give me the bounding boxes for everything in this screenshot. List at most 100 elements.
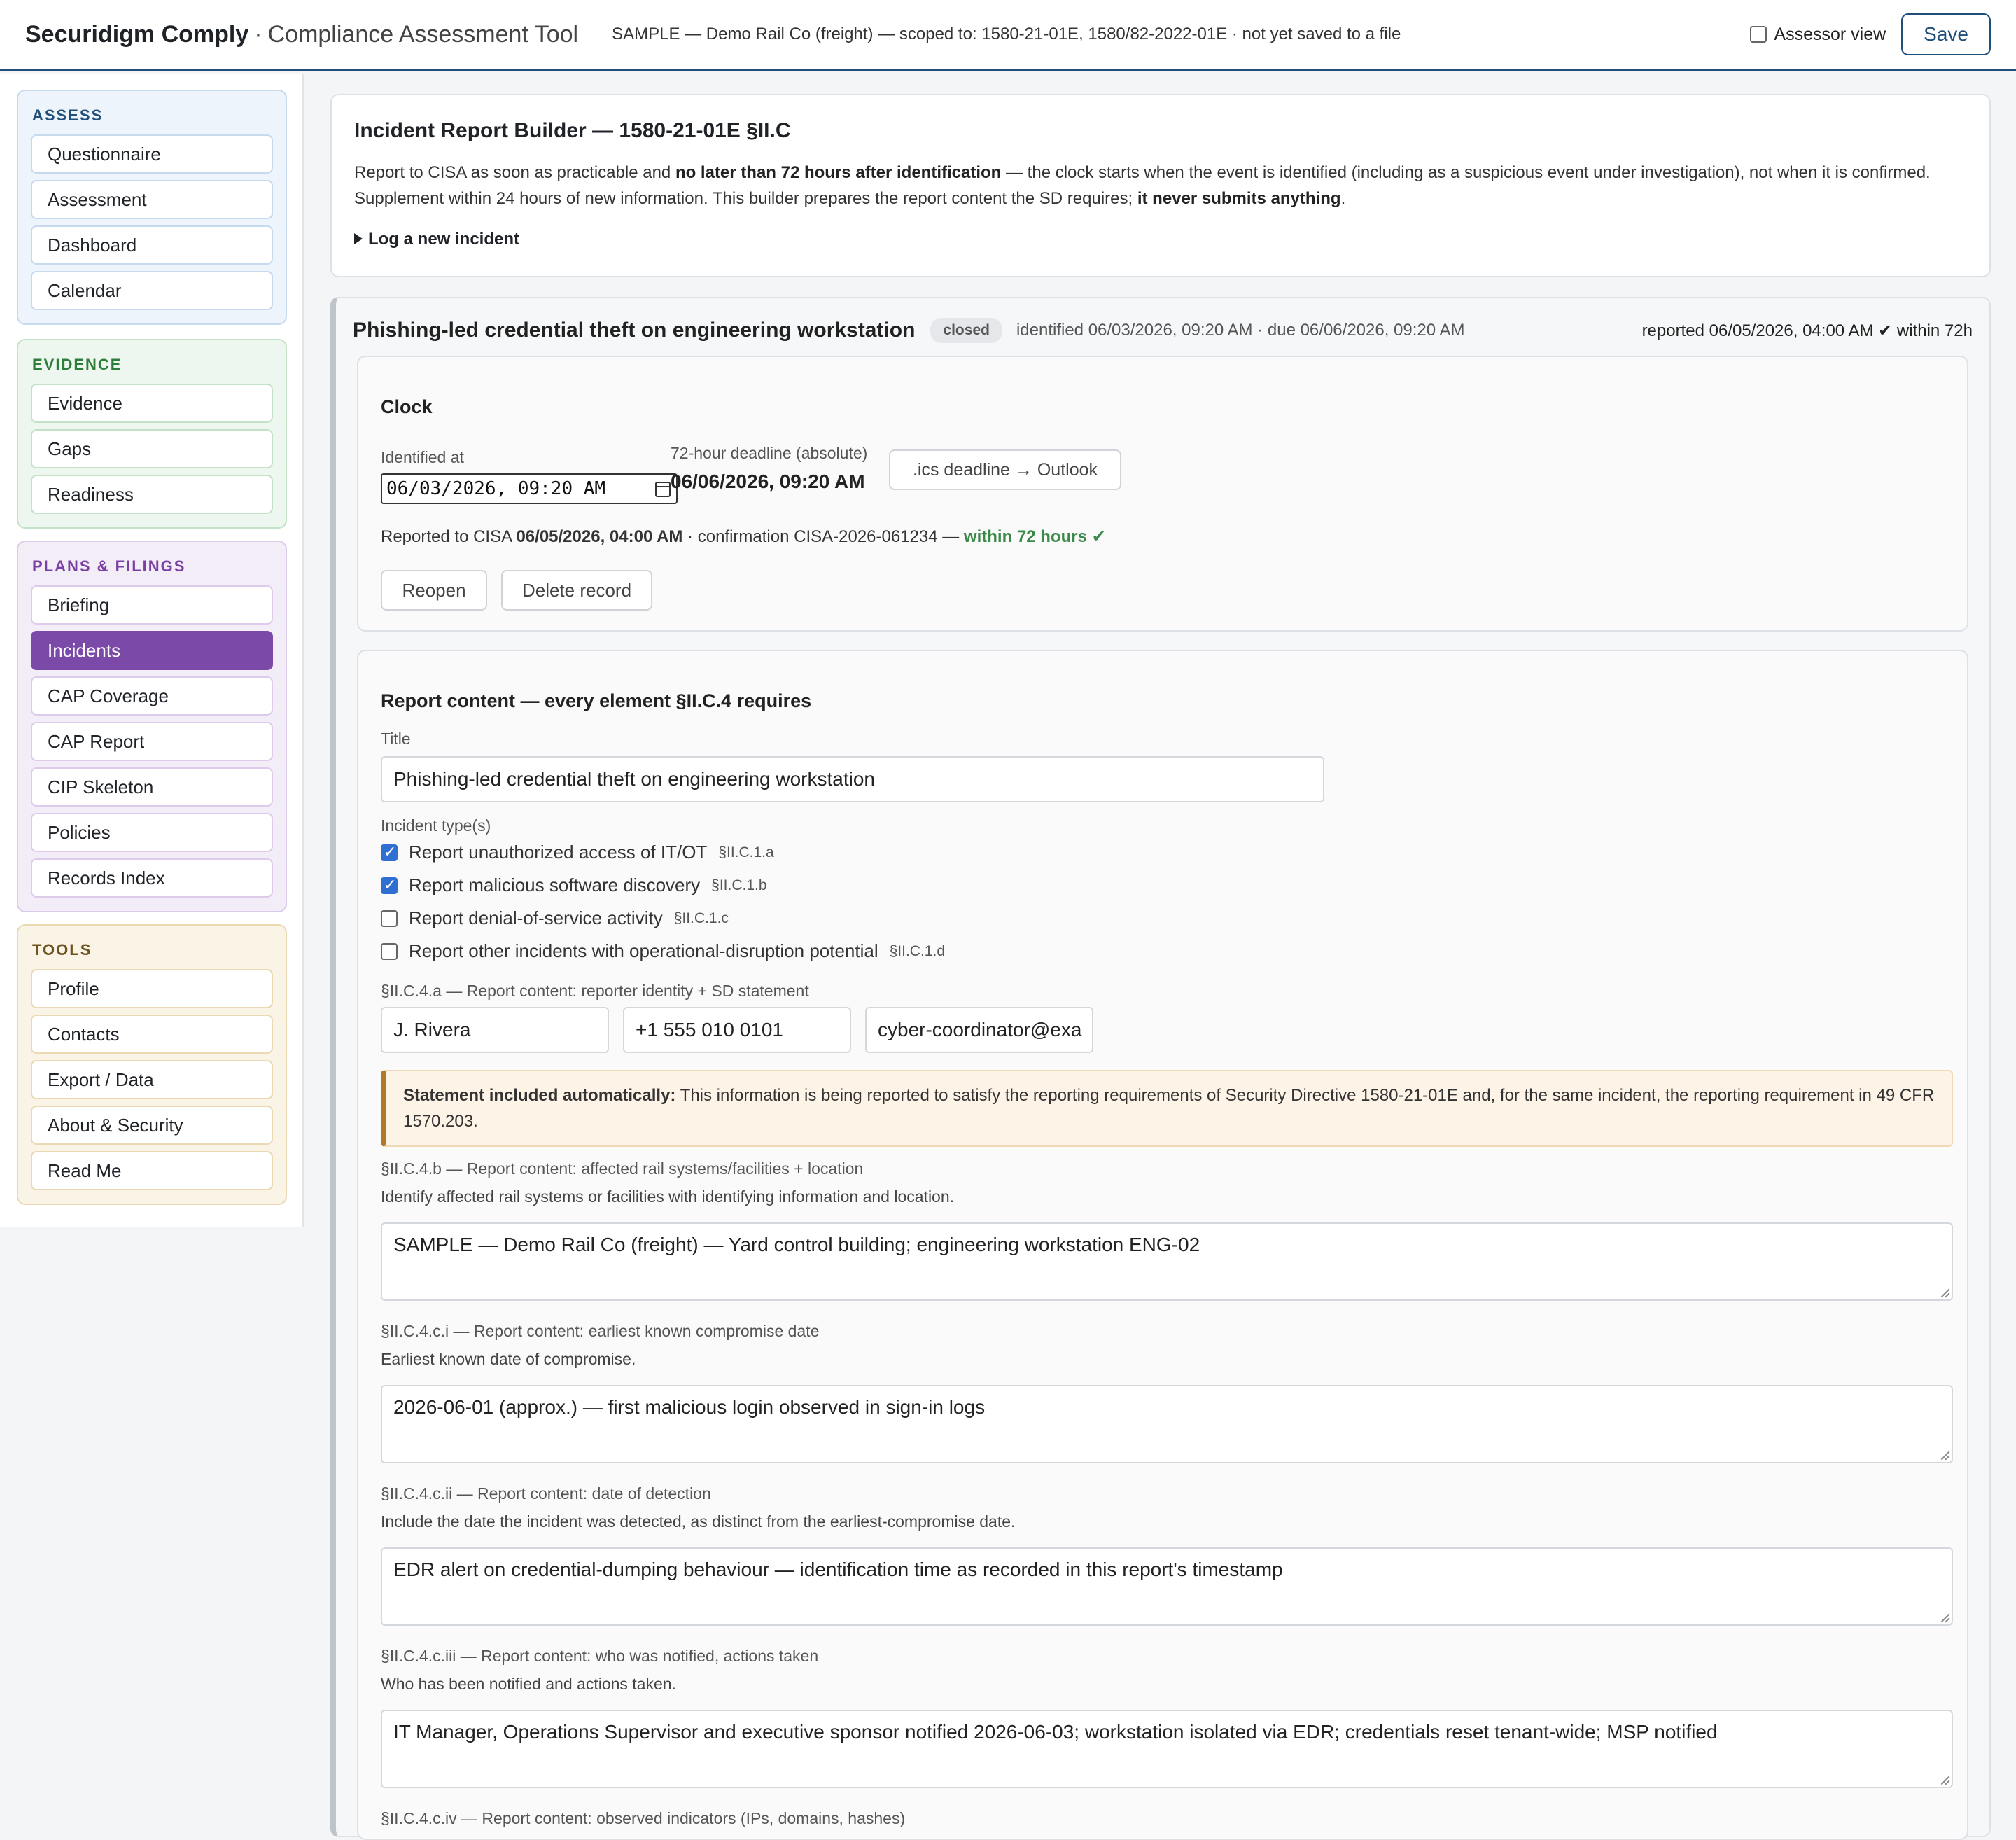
sidebar-item-dashboard[interactable]: Dashboard — [31, 225, 273, 265]
affected-systems-hint: Identify affected rail systems or facili… — [381, 1187, 955, 1206]
assessor-view-toggle[interactable]: Assessor view — [1750, 25, 1886, 45]
sd-statement-notice: Statement included automatically: This i… — [381, 1070, 1953, 1147]
incident-type-label: Report unauthorized access of IT/OT — [409, 842, 708, 863]
sidebar-item-cap-report[interactable]: CAP Report — [31, 722, 273, 761]
nav-group-title: PLANS & FILINGS — [32, 557, 186, 575]
incident-type-checkbox[interactable] — [381, 942, 398, 960]
log-new-incident-toggle[interactable]: Log a new incident — [354, 230, 1967, 249]
app-subtitle: Compliance Assessment Tool — [267, 20, 579, 48]
sidebar-item-about-security[interactable]: About & Security — [31, 1106, 273, 1145]
incident-type-ref: §II.C.1.c — [673, 909, 729, 926]
ics-deadline-button[interactable]: .ics deadline → Outlook — [889, 449, 1121, 490]
intro-paragraph: Report to CISA as soon as practicable an… — [354, 160, 1967, 211]
affected-systems-value: SAMPLE — Demo Rail Co (freight) — Yard c… — [393, 1234, 1200, 1255]
sidebar-item-contacts[interactable]: Contacts — [31, 1015, 273, 1054]
report-content-panel: Report content — every element §II.C.4 r… — [357, 650, 1968, 1840]
assessor-view-checkbox[interactable] — [1750, 26, 1768, 43]
sidebar-item-read-me[interactable]: Read Me — [31, 1151, 273, 1190]
notified-actions-label: §II.C.4.c.iii — Report content: who was … — [381, 1647, 819, 1665]
incident-builder-intro: Incident Report Builder — 1580-21-01E §I… — [330, 94, 1991, 277]
sidebar-item-profile[interactable]: Profile — [31, 969, 273, 1008]
resize-handle-icon[interactable] — [1940, 1775, 1949, 1785]
incident-type-checkbox[interactable] — [381, 909, 398, 927]
title-label: Title — [381, 730, 411, 748]
sidebar-item-incidents[interactable]: Incidents — [31, 631, 273, 670]
nav-group-assess: ASSESS Questionnaire Assessment Dashboar… — [17, 90, 287, 325]
reporter-phone-input[interactable]: +1 555 010 0101 — [623, 1007, 851, 1053]
sidebar-item-readiness[interactable]: Readiness — [31, 475, 273, 514]
top-bar: Securidigm Comply · Compliance Assessmen… — [0, 0, 2016, 71]
incident-type-checkbox[interactable] — [381, 843, 398, 861]
within-deadline-indicator: within 72 hours ✔ — [963, 527, 1106, 546]
incident-type-label: Report other incidents with operational-… — [409, 940, 878, 961]
deadline-label: 72-hour deadline (absolute) — [671, 444, 868, 462]
incident-type-option[interactable]: Report unauthorized access of IT/OT §II.… — [381, 842, 774, 863]
compromise-date-hint: Earliest known date of compromise. — [381, 1350, 636, 1368]
sidebar-item-records-index[interactable]: Records Index — [31, 858, 273, 898]
nav-group-title: TOOLS — [32, 941, 92, 959]
reporter-name-input[interactable]: J. Rivera — [381, 1007, 609, 1053]
incident-type-option[interactable]: Report other incidents with operational-… — [381, 940, 945, 962]
incident-card: Phishing-led credential theft on enginee… — [330, 297, 1991, 1840]
sidebar-item-policies[interactable]: Policies — [31, 813, 273, 852]
incident-type-checkbox[interactable] — [381, 876, 398, 894]
delete-record-button[interactable]: Delete record — [501, 570, 652, 611]
status-badge: closed — [930, 318, 1002, 343]
nav-group-evidence: EVIDENCE Evidence Gaps Readiness — [17, 339, 287, 529]
incident-dates: identified 06/03/2026, 09:20 AM · due 06… — [1016, 321, 1465, 340]
incident-reported-status: reported 06/05/2026, 04:00 AM ✔ within 7… — [1642, 321, 1973, 340]
nav-group-tools: TOOLS Profile Contacts Export / Data Abo… — [17, 924, 287, 1205]
indicators-label: §II.C.4.c.iv — Report content: observed … — [381, 1809, 906, 1827]
sidebar-item-cip-skeleton[interactable]: CIP Skeleton — [31, 767, 273, 807]
intro-emphasis: it never submits anything — [1137, 189, 1341, 208]
sidebar-item-calendar[interactable]: Calendar — [31, 271, 273, 310]
compromise-date-label: §II.C.4.c.i — Report content: earliest k… — [381, 1322, 820, 1340]
assessor-view-label: Assessor view — [1774, 24, 1886, 44]
sidebar-item-cap-coverage[interactable]: CAP Coverage — [31, 676, 273, 716]
brand-separator: · — [254, 20, 262, 48]
incident-type-ref: §II.C.1.d — [889, 942, 946, 959]
sidebar: ASSESS Questionnaire Assessment Dashboar… — [0, 74, 304, 1227]
notified-actions-hint: Who has been notified and actions taken. — [381, 1675, 676, 1693]
page-title: Incident Report Builder — 1580-21-01E §I… — [354, 119, 791, 142]
affected-systems-textarea[interactable]: SAMPLE — Demo Rail Co (freight) — Yard c… — [381, 1222, 1953, 1301]
confirmation-number: · confirmation CISA-2026-061234 — — [682, 527, 964, 546]
detection-date-textarea[interactable]: EDR alert on credential-dumping behaviou… — [381, 1547, 1953, 1626]
intro-text: . — [1340, 189, 1346, 208]
log-new-incident-label: Log a new incident — [368, 230, 520, 249]
nav-group-title: ASSESS — [32, 106, 104, 124]
calendar-icon[interactable] — [655, 482, 671, 497]
sidebar-item-questionnaire[interactable]: Questionnaire — [31, 134, 273, 174]
scope-status: SAMPLE — Demo Rail Co (freight) — scoped… — [612, 25, 1401, 43]
save-button[interactable]: Save — [1901, 13, 1991, 55]
resize-handle-icon[interactable] — [1940, 1450, 1949, 1460]
reporter-email-input[interactable]: cyber-coordinator@exa — [865, 1007, 1093, 1053]
title-input[interactable]: Phishing-led credential theft on enginee… — [381, 756, 1324, 802]
incident-type-option[interactable]: Report denial-of-service activity §II.C.… — [381, 907, 729, 929]
sidebar-item-evidence[interactable]: Evidence — [31, 384, 273, 423]
incident-title: Phishing-led credential theft on enginee… — [353, 319, 916, 342]
incident-type-ref: §II.C.1.b — [711, 877, 767, 893]
incident-type-label: Report denial-of-service activity — [409, 907, 663, 928]
intro-text: Supplement within 24 hours of new inform… — [354, 189, 1138, 208]
incident-types-label: Incident type(s) — [381, 816, 491, 835]
resize-handle-icon[interactable] — [1940, 1288, 1949, 1297]
sidebar-item-export-data[interactable]: Export / Data — [31, 1060, 273, 1099]
sidebar-item-briefing[interactable]: Briefing — [31, 585, 273, 625]
notified-actions-value: IT Manager, Operations Supervisor and ex… — [393, 1721, 1718, 1743]
clock-panel: Clock Identified at 06/03/2026, 09:20 AM… — [357, 356, 1968, 632]
compromise-date-value: 2026-06-01 (approx.) — first malicious l… — [393, 1396, 986, 1418]
reported-prefix: Reported to CISA — [381, 527, 517, 546]
identified-at-input[interactable]: 06/03/2026, 09:20 AM — [381, 473, 678, 504]
incident-header: Phishing-led credential theft on enginee… — [353, 315, 1973, 346]
notified-actions-textarea[interactable]: IT Manager, Operations Supervisor and ex… — [381, 1710, 1953, 1788]
intro-text: — the clock starts when the event is ide… — [1001, 163, 1931, 182]
reopen-button[interactable]: Reopen — [381, 570, 487, 611]
sidebar-item-gaps[interactable]: Gaps — [31, 429, 273, 468]
sidebar-item-assessment[interactable]: Assessment — [31, 180, 273, 219]
resize-handle-icon[interactable] — [1940, 1612, 1949, 1622]
identified-at-label: Identified at — [381, 448, 464, 466]
reported-line: Reported to CISA 06/05/2026, 04:00 AM · … — [381, 527, 1106, 547]
compromise-date-textarea[interactable]: 2026-06-01 (approx.) — first malicious l… — [381, 1385, 1953, 1463]
incident-type-option[interactable]: Report malicious software discovery §II.… — [381, 874, 767, 896]
